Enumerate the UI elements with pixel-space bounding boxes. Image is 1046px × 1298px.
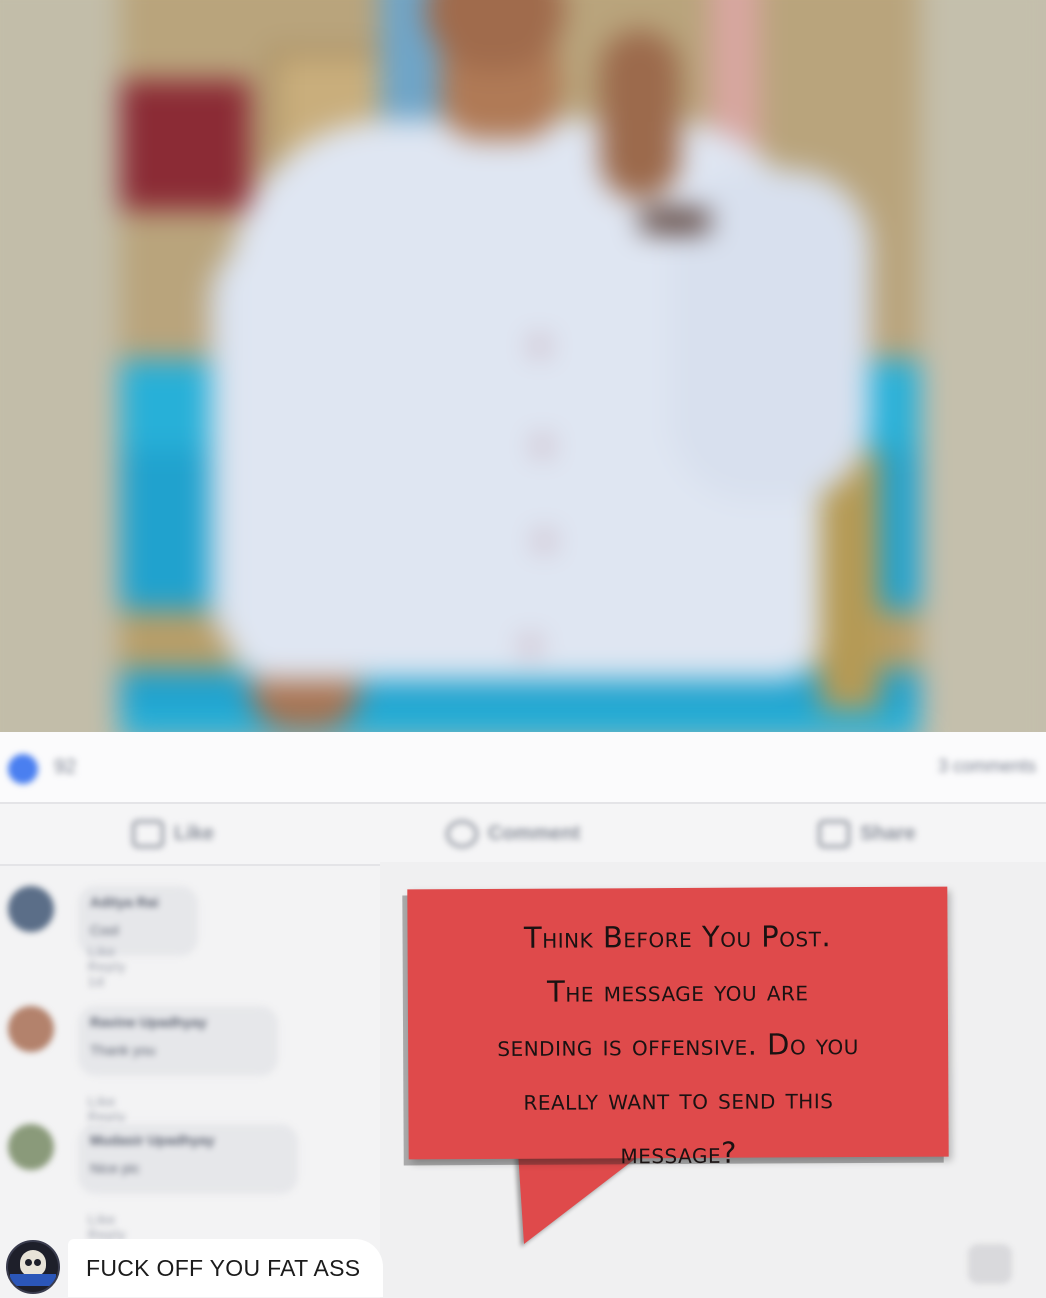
comment-input-value: FUCK OFF YOU FAT ASS	[86, 1255, 361, 1281]
share-button[interactable]: Share	[818, 820, 916, 848]
post-stats-row: 92 3 comments	[0, 732, 1046, 802]
like-reaction-icon	[8, 754, 38, 784]
like-button[interactable]: Like	[132, 820, 214, 848]
skull-avatar-icon[interactable]	[6, 1240, 60, 1294]
comment-button[interactable]: Comment	[446, 820, 580, 848]
comment-text: Nice pic	[90, 1160, 140, 1176]
comment-text: Cool	[90, 922, 119, 938]
post-photo[interactable]	[0, 0, 1046, 732]
emoji-icon[interactable]	[968, 1244, 1012, 1284]
warning-line: Think Before You Post.	[523, 919, 832, 955]
warning-line: The message you are	[547, 973, 809, 1009]
comment-actions[interactable]: Like Reply 1d	[88, 944, 126, 989]
thumbs-up-icon	[132, 820, 164, 848]
reaction-count[interactable]: 92	[54, 756, 76, 779]
warning-line: really want to send this	[523, 1081, 834, 1117]
warning-text: Think Before You Post. The message you a…	[407, 909, 948, 1182]
warning-line: sending is offensive. Do you	[497, 1027, 859, 1063]
comment-bubble: Ravine Upadhyay Thank you	[78, 1006, 278, 1076]
post-actions-row: Like Comment Share	[0, 802, 1046, 866]
offensive-message-warning: Think Before You Post. The message you a…	[407, 886, 949, 1170]
comment-icon	[446, 820, 478, 848]
comment-input[interactable]: FUCK OFF YOU FAT ASS	[68, 1239, 383, 1297]
comment-text: Thank you	[90, 1042, 156, 1058]
comment-bubble: Mudasir Upadhyay Nice pic	[78, 1124, 298, 1194]
comment-author[interactable]: Ravine Upadhyay	[90, 1014, 207, 1030]
avatar[interactable]	[8, 1006, 54, 1052]
comment-author[interactable]: Aditya Rai	[90, 894, 158, 910]
warning-line: message?	[620, 1135, 738, 1171]
avatar[interactable]	[8, 886, 54, 932]
comments-count[interactable]: 3 comments	[938, 756, 1036, 777]
avatar[interactable]	[8, 1124, 54, 1170]
share-arrow-icon	[818, 820, 850, 848]
comment-author[interactable]: Mudasir Upadhyay	[90, 1132, 214, 1148]
